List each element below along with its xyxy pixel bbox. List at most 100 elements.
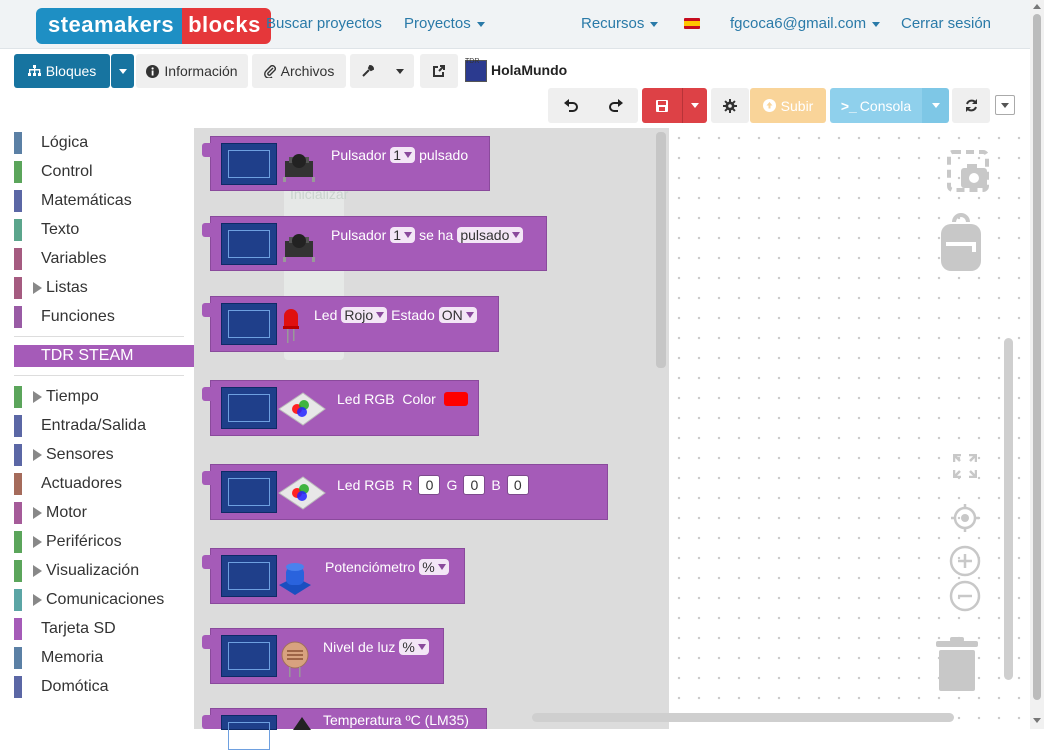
category-funciones[interactable]: Funciones — [14, 306, 184, 328]
category-actuadores[interactable]: Actuadores — [14, 473, 184, 495]
unit-dropdown[interactable]: % — [399, 639, 429, 655]
projects-menu[interactable]: Proyectos — [404, 15, 485, 32]
category-label: Visualización — [46, 562, 140, 579]
upload-button[interactable]: Subir — [750, 88, 826, 123]
screenshot-icon[interactable] — [947, 150, 989, 192]
block-nivel-de-luz[interactable]: Nivel de luz % — [202, 628, 444, 684]
refresh-icon — [965, 99, 977, 112]
backpack-icon[interactable] — [940, 212, 982, 272]
category-variables[interactable]: Variables — [14, 248, 184, 270]
redo-icon[interactable] — [608, 98, 624, 113]
color-swatch[interactable] — [443, 392, 468, 406]
category-tiempo[interactable]: Tiempo — [14, 386, 184, 408]
category-motor[interactable]: Motor — [14, 502, 184, 524]
block-label: Pulsador — [331, 147, 387, 163]
trash-icon[interactable] — [935, 636, 979, 692]
scroll-up-icon[interactable] — [1033, 4, 1041, 9]
state-dropdown[interactable]: ON — [438, 307, 477, 323]
category-listas[interactable]: Listas — [14, 277, 184, 299]
page-scrollbar[interactable] — [1030, 0, 1044, 729]
blocks-dropdown-toggle[interactable] — [111, 54, 134, 88]
block-label: Nivel de luz — [323, 639, 396, 655]
tools-dropdown[interactable] — [350, 54, 414, 88]
flyout-scrollbar[interactable] — [656, 132, 666, 368]
green-value-input[interactable]: 0 — [463, 475, 486, 495]
color-dropdown[interactable]: Rojo — [341, 307, 388, 323]
console-button-label: Consola — [859, 97, 912, 114]
dropdown-arrow-icon — [437, 564, 446, 570]
block-temperatura-lm35[interactable]: Temperatura ºC (LM35) — [202, 708, 487, 750]
logo-text-right: blocks — [182, 8, 271, 44]
blue-value-input[interactable]: 0 — [506, 475, 529, 495]
category-label: Matemáticas — [41, 192, 132, 209]
category-tdr-steam[interactable]: TDR STEAM — [14, 345, 197, 367]
workspace-vertical-scrollbar[interactable] — [1004, 338, 1013, 680]
steamakers-logo[interactable]: steamakers blocks — [36, 8, 271, 44]
category-sensores[interactable]: Sensores — [14, 444, 184, 466]
category-periféricos[interactable]: Periféricos — [14, 531, 184, 553]
category-memoria[interactable]: Memoria — [14, 647, 184, 669]
block-label: Temperatura ºC (LM35) — [323, 712, 469, 728]
category-entrada-salida[interactable]: Entrada/Salida — [14, 415, 184, 437]
state-dropdown[interactable]: pulsado — [457, 227, 524, 243]
fullscreen-icon[interactable] — [953, 454, 977, 478]
block-led-rgb-color[interactable]: Led RGB Color — [202, 380, 479, 436]
block-potenciometro[interactable]: Potenciómetro % — [202, 548, 465, 604]
workspace-horizontal-scrollbar[interactable] — [532, 713, 954, 722]
collapse-toggle[interactable] — [995, 95, 1015, 115]
category-label: Sensores — [46, 446, 114, 463]
red-value-input[interactable]: 0 — [418, 475, 441, 495]
expand-arrow-icon[interactable] — [33, 536, 42, 548]
expand-arrow-icon[interactable] — [33, 507, 42, 519]
info-button[interactable]: Información — [136, 54, 248, 88]
color-value: Rojo — [344, 307, 374, 323]
files-button[interactable]: Archivos — [252, 54, 346, 88]
rgb-led-module-icon — [278, 476, 326, 510]
resources-menu[interactable]: Recursos — [581, 15, 659, 32]
scroll-down-icon[interactable] — [1033, 718, 1041, 723]
block-led-rgb-values[interactable]: Led RGB R 0 G 0 B 0 — [202, 464, 608, 520]
expand-arrow-icon[interactable] — [33, 594, 42, 606]
block-led[interactable]: Led Rojo Estado ON — [202, 296, 499, 352]
expand-arrow-icon[interactable] — [33, 282, 42, 294]
expand-arrow-icon[interactable] — [33, 449, 42, 461]
spain-flag-icon[interactable] — [684, 18, 700, 29]
save-dropdown-toggle[interactable] — [682, 88, 707, 123]
pin-dropdown[interactable]: 1 — [390, 227, 416, 243]
category-control[interactable]: Control — [14, 161, 184, 183]
page-scrollbar-thumb[interactable] — [1033, 14, 1041, 700]
block-pulsador-pulsado[interactable]: Pulsador 1 pulsado — [202, 136, 490, 191]
chevron-down-icon — [691, 103, 699, 108]
zoom-in-icon[interactable] — [949, 545, 981, 577]
recenter-icon[interactable] — [950, 503, 980, 533]
zoom-out-icon[interactable] — [949, 580, 981, 612]
expand-arrow-icon[interactable] — [33, 391, 42, 403]
settings-button[interactable] — [711, 88, 749, 123]
category-visualización[interactable]: Visualización — [14, 560, 184, 582]
save-button[interactable] — [642, 88, 682, 123]
category-texto[interactable]: Texto — [14, 219, 184, 241]
block-pulsador-se-ha[interactable]: Pulsador 1 se ha pulsado — [202, 216, 547, 271]
category-domótica[interactable]: Domótica — [14, 676, 184, 698]
user-menu[interactable]: fgcoca6@gmail.com — [730, 15, 881, 32]
console-button[interactable]: >_ Consola — [830, 88, 922, 123]
search-projects-link[interactable]: Buscar proyectos — [266, 15, 382, 32]
category-label: Entrada/Salida — [41, 417, 146, 434]
project-title[interactable]: HolaMundo — [491, 62, 567, 78]
blockly-workspace[interactable] — [669, 128, 1032, 729]
share-button[interactable] — [420, 54, 458, 88]
expand-arrow-icon[interactable] — [33, 565, 42, 577]
block-connector — [202, 635, 211, 649]
block-label: Led — [314, 307, 338, 323]
category-tarjeta-sd[interactable]: Tarjeta SD — [14, 618, 184, 640]
blocks-button[interactable]: Bloques — [14, 54, 110, 88]
unit-dropdown[interactable]: % — [419, 559, 449, 575]
category-matemáticas[interactable]: Matemáticas — [14, 190, 184, 212]
console-dropdown-toggle[interactable] — [922, 88, 949, 123]
refresh-button[interactable] — [952, 88, 990, 123]
undo-icon[interactable] — [563, 98, 579, 113]
category-lógica[interactable]: Lógica — [14, 132, 184, 154]
category-comunicaciones[interactable]: Comunicaciones — [14, 589, 184, 611]
pin-dropdown[interactable]: 1 — [390, 147, 416, 163]
logout-link[interactable]: Cerrar sesión — [901, 15, 991, 32]
